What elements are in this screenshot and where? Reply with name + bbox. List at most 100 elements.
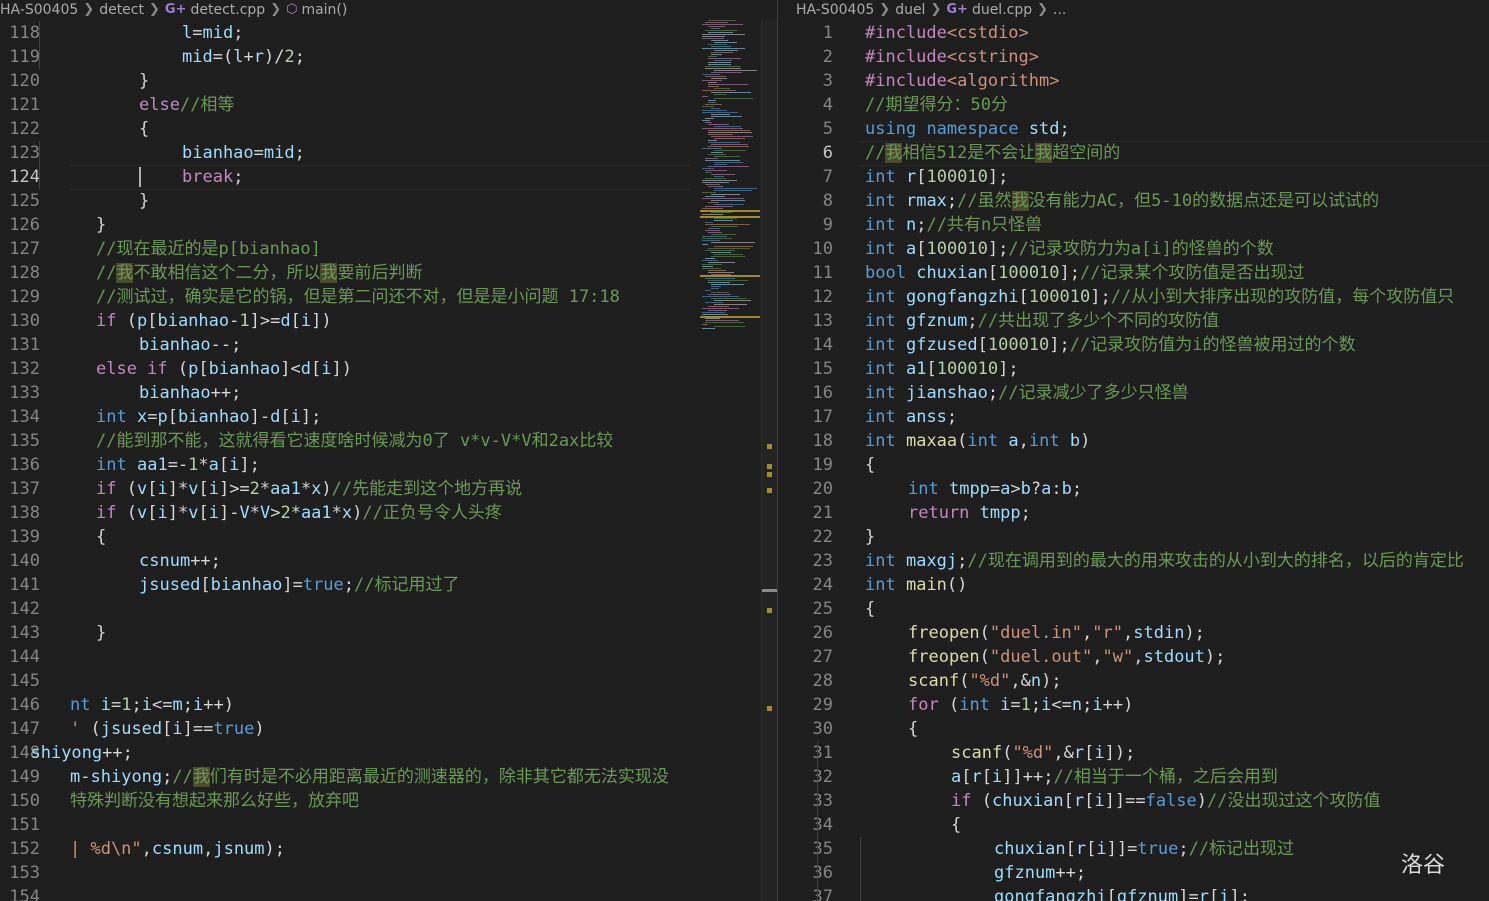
line-number[interactable]: 11	[778, 261, 833, 285]
line-number[interactable]: 31	[778, 741, 833, 765]
breadcrumb-folder[interactable]: HA-S00405	[0, 1, 78, 19]
code-text[interactable]: int anss;	[865, 405, 957, 429]
line-number[interactable]: 143	[0, 621, 40, 645]
code-text[interactable]: //现在最近的是p[bianhao]	[96, 237, 321, 261]
breadcrumb-file[interactable]: G+ duel.cpp	[946, 1, 1032, 19]
line-number[interactable]: 13	[778, 309, 833, 333]
minimap[interactable]	[698, 20, 762, 901]
line-number[interactable]: 30	[778, 717, 833, 741]
line-number[interactable]: 4	[778, 93, 833, 117]
line-number[interactable]: 124	[0, 165, 40, 189]
code-text[interactable]: {	[139, 117, 149, 141]
breadcrumb-symbol[interactable]: ...	[1053, 1, 1066, 19]
line-number[interactable]: 134	[0, 405, 40, 429]
line-number[interactable]: 19	[778, 453, 833, 477]
code-text[interactable]: }	[139, 69, 149, 93]
line-number[interactable]: 23	[778, 549, 833, 573]
breadcrumb-folder[interactable]: HA-S00405	[796, 1, 874, 19]
code-text[interactable]: //我相信512是不会让我超空间的	[865, 141, 1120, 165]
code-text[interactable]: bool chuxian[100010];//记录某个攻防值是否出现过	[865, 261, 1305, 285]
line-number[interactable]: 21	[778, 501, 833, 525]
code-text[interactable]: #include<algorithm>	[865, 69, 1059, 93]
left-editor-pane[interactable]: HA-S00405 ❯ detect ❯ G+ detect.cpp ❯ ⬡ mai…	[0, 0, 777, 901]
line-number[interactable]: 27	[778, 645, 833, 669]
line-number[interactable]: 24	[778, 573, 833, 597]
code-text[interactable]: {	[865, 597, 875, 621]
code-text[interactable]: freopen("duel.out","w",stdout);	[908, 645, 1225, 669]
code-text[interactable]: bianhao++;	[139, 381, 241, 405]
code-text[interactable]: scanf("%d",&r[i]);	[951, 741, 1135, 765]
code-text[interactable]: //测试过，确实是它的锅，但是第二问还不对，但是是小问题 17:18	[96, 285, 620, 309]
code-text[interactable]: m-shiyong;//我们有时是不必用距离最近的测速器的，除非其它都无法实现没	[70, 765, 669, 789]
line-number[interactable]: 135	[0, 429, 40, 453]
line-number[interactable]: 137	[0, 477, 40, 501]
line-number[interactable]: 29	[778, 693, 833, 717]
code-text[interactable]: }	[96, 213, 106, 237]
code-text[interactable]: //我不敢相信这个二分，所以我要前后判断	[96, 261, 422, 285]
code-text[interactable]: int maxgj;//现在调用到的最大的用来攻击的从小到大的排名，以后的肯定比	[865, 549, 1464, 573]
line-number[interactable]: 16	[778, 381, 833, 405]
line-number[interactable]: 154	[0, 885, 40, 901]
breadcrumb-symbol[interactable]: ⬡ main()	[286, 1, 347, 19]
line-number[interactable]: 34	[778, 813, 833, 837]
line-number[interactable]: 136	[0, 453, 40, 477]
line-number[interactable]: 17	[778, 405, 833, 429]
code-text[interactable]: scanf("%d",&n);	[908, 669, 1062, 693]
code-text[interactable]: int rmax;//虽然我没有能力AC，但5-10的数据点还是可以试试的	[865, 189, 1379, 213]
code-text[interactable]: int gfzused[100010];//记录攻防值为i的怪兽被用过的个数	[865, 333, 1356, 357]
code-text[interactable]: jsused[bianhao]=true;//标记用过了	[139, 573, 460, 597]
line-number[interactable]: 128	[0, 261, 40, 285]
line-number[interactable]: 125	[0, 189, 40, 213]
line-number[interactable]: 119	[0, 45, 40, 69]
code-text[interactable]: {	[951, 813, 961, 837]
line-number[interactable]: 127	[0, 237, 40, 261]
code-text[interactable]: #include<cstdio>	[865, 21, 1029, 45]
code-text[interactable]: mid=(l+r)/2;	[182, 45, 305, 69]
line-number[interactable]: 130	[0, 309, 40, 333]
scrollbar-thumb[interactable]	[762, 589, 777, 592]
line-number[interactable]: 118	[0, 21, 40, 45]
right-editor-pane[interactable]: HA-S00405 ❯ duel ❯ G+ duel.cpp ❯ ... 1 #in…	[778, 0, 1489, 901]
line-number[interactable]: 129	[0, 285, 40, 309]
line-number[interactable]: 20	[778, 477, 833, 501]
line-number[interactable]: 120	[0, 69, 40, 93]
vertical-scrollbar[interactable]	[761, 20, 777, 901]
code-text[interactable]: return tmpp;	[908, 501, 1031, 525]
line-number[interactable]: 18	[778, 429, 833, 453]
code-text[interactable]: if (p[bianhao-1]>=d[i])	[96, 309, 332, 333]
code-text[interactable]: bianhao--;	[139, 333, 241, 357]
code-text[interactable]: //期望得分：50分	[865, 93, 1008, 117]
line-number[interactable]: 146	[0, 693, 40, 717]
line-number[interactable]: 142	[0, 597, 40, 621]
line-number[interactable]: 35	[778, 837, 833, 861]
breadcrumb-file[interactable]: G+ detect.cpp	[165, 1, 265, 19]
code-text[interactable]: int a[100010];//记录攻防力为a[i]的怪兽的个数	[865, 237, 1274, 261]
code-text[interactable]: int gfznum;//共出现了多少个不同的攻防值	[865, 309, 1219, 333]
line-number[interactable]: 122	[0, 117, 40, 141]
code-text[interactable]: break;	[182, 165, 243, 189]
line-number[interactable]: 6	[778, 141, 833, 165]
breadcrumb-subfolder[interactable]: duel	[895, 1, 925, 19]
line-number[interactable]: 36	[778, 861, 833, 885]
code-text[interactable]: l=mid;	[182, 21, 243, 45]
code-text[interactable]: a[r[i]]++;//相当于一个桶，之后会用到	[951, 765, 1278, 789]
line-number[interactable]: 28	[778, 669, 833, 693]
code-text[interactable]: gfznum++;	[994, 861, 1086, 885]
code-text[interactable]: int n;//共有n只怪兽	[865, 213, 1042, 237]
code-text[interactable]: int x=p[bianhao]-d[i];	[96, 405, 321, 429]
line-number[interactable]: 3	[778, 69, 833, 93]
code-text[interactable]: int jianshao;//记录减少了多少只怪兽	[865, 381, 1189, 405]
code-text[interactable]: int maxaa(int a,int b)	[865, 429, 1090, 453]
code-text[interactable]: }	[865, 525, 875, 549]
code-text[interactable]: | %d\n",csnum,jsnum);	[70, 837, 285, 861]
code-text[interactable]: if (chuxian[r[i]]==false)//没出现过这个攻防值	[951, 789, 1381, 813]
code-text[interactable]: {	[908, 717, 918, 741]
line-number[interactable]: 15	[778, 357, 833, 381]
code-text[interactable]: using namespace std;	[865, 117, 1070, 141]
code-text[interactable]: #include<cstring>	[865, 45, 1039, 69]
code-text[interactable]: csnum++;	[139, 549, 221, 573]
code-text[interactable]: ' (jsused[i]==true)	[70, 717, 265, 741]
line-number[interactable]: 140	[0, 549, 40, 573]
line-number[interactable]: 138	[0, 501, 40, 525]
line-number[interactable]: 126	[0, 213, 40, 237]
